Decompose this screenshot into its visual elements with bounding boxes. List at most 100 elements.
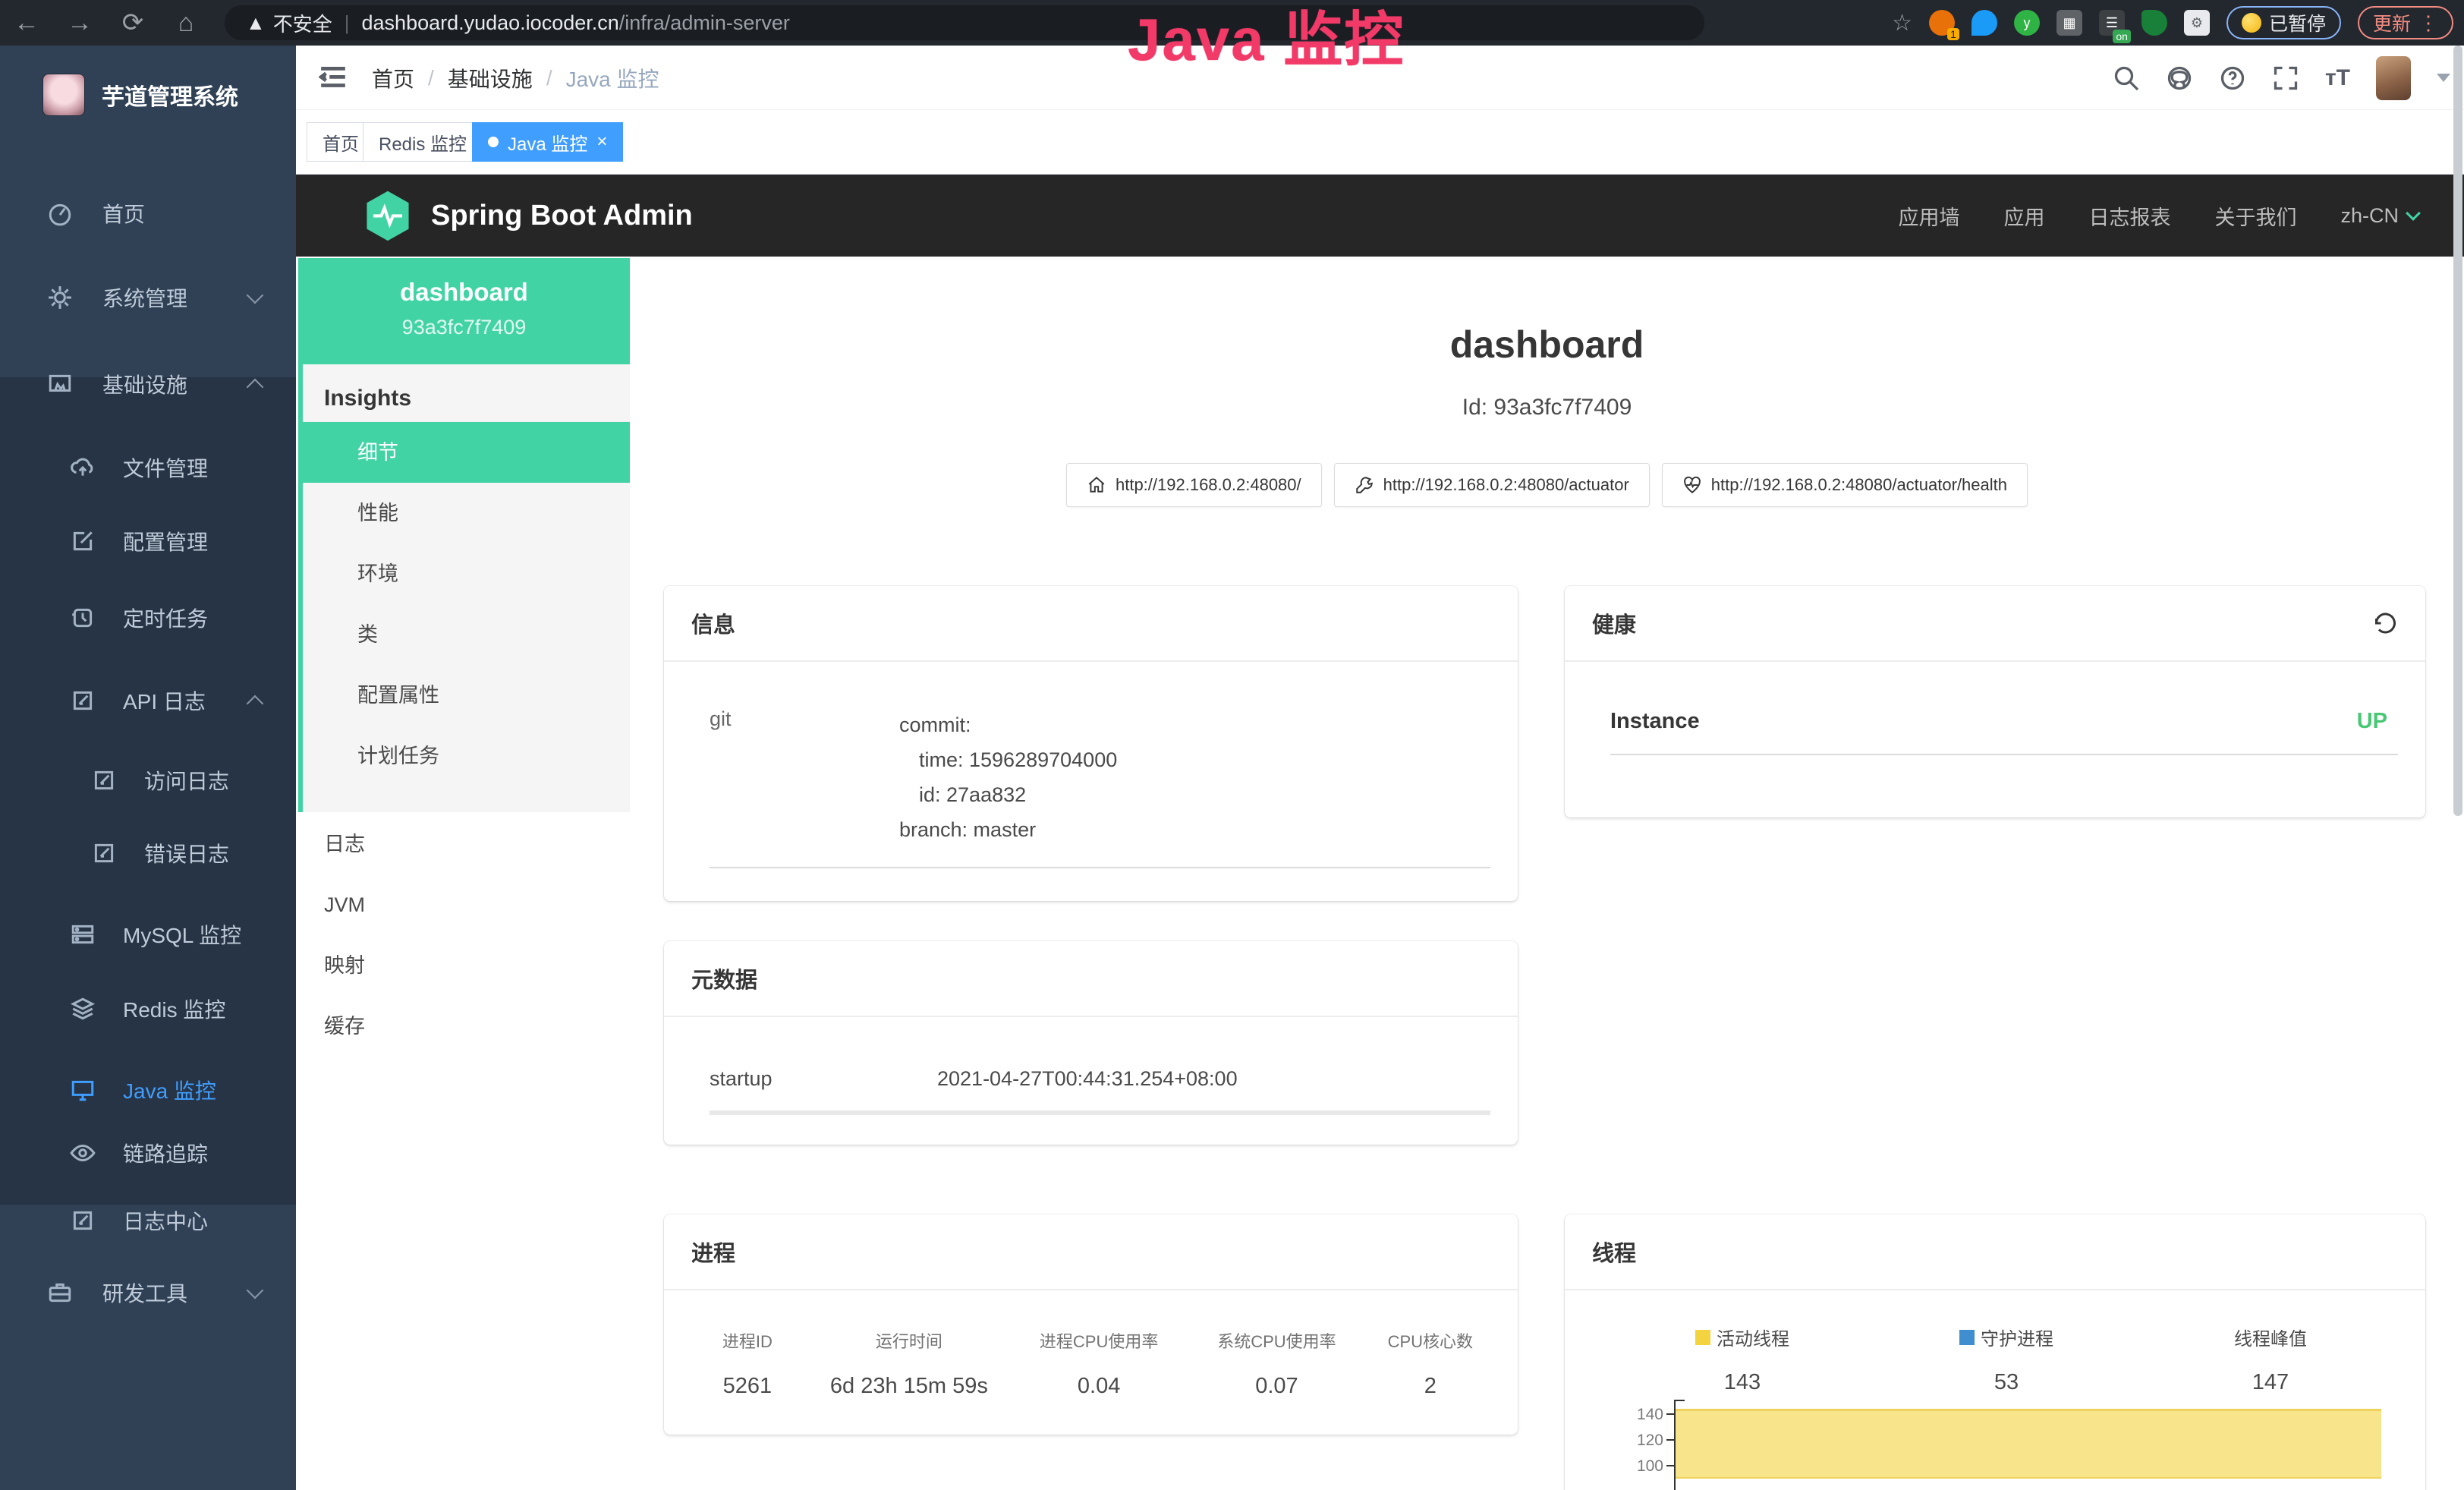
sba-menu-logs[interactable]: 日志 <box>298 814 630 874</box>
sba-menu-scheduled-tasks[interactable]: 计划任务 <box>303 726 630 786</box>
sidebar-item-trace[interactable]: 链路追踪 <box>0 1118 296 1188</box>
app-sidebar: 芋道管理系统 首页 系统管理 基础设施 文件管理 配置管理 定时任务 <box>0 46 296 1490</box>
process-cpu: 0.04 <box>1010 1353 1188 1399</box>
sba-nav-journal[interactable]: 日志报表 <box>2088 201 2170 231</box>
ytick-140: 140 <box>1618 1406 1663 1424</box>
search-icon[interactable] <box>2113 65 2140 92</box>
close-icon[interactable]: × <box>596 131 607 153</box>
sba-menu-config-props[interactable]: 配置属性 <box>303 665 630 726</box>
app-logo-image <box>42 74 85 116</box>
help-icon[interactable] <box>2219 65 2246 92</box>
sba-nav-about[interactable]: 关于我们 <box>2214 201 2296 231</box>
threads-legend: 活动线程 守护进程 线程峰值 143 53 147 <box>1565 1290 2425 1395</box>
sidebar-item-error-log[interactable]: 错误日志 <box>0 818 296 888</box>
chevron-up-icon <box>247 379 264 396</box>
sidebar-item-log-center[interactable]: 日志中心 <box>0 1186 296 1255</box>
sidebar-item-scheduled-task[interactable]: 定时任务 <box>0 583 296 653</box>
history-icon[interactable] <box>2371 610 2398 637</box>
sidebar-item-dev-tools[interactable]: 研发工具 <box>0 1258 296 1328</box>
security-label[interactable]: 不安全 <box>273 9 332 37</box>
health-url-button[interactable]: http://192.168.0.2:48080/actuator/health <box>1662 463 2028 507</box>
threads-card: 线程 活动线程 守护进程 线程峰值 143 53 147 140 120 100 <box>1565 1214 2425 1490</box>
sba-nav-wallboard[interactable]: 应用墙 <box>1898 201 1959 231</box>
sba-menu-metrics[interactable]: 性能 <box>303 483 630 543</box>
sidebar-item-java-monitor[interactable]: Java 监控 <box>0 1055 296 1125</box>
chrome-update-button[interactable]: 更新 ⋮ <box>2358 6 2453 39</box>
extension-icon-grid[interactable]: ▦ <box>2056 10 2082 36</box>
breadcrumb-infrastructure[interactable]: 基础设施 <box>448 63 533 93</box>
page-scrollbar[interactable] <box>2453 46 2462 816</box>
user-menu-caret-icon[interactable] <box>2437 74 2450 82</box>
browser-menu-icon[interactable]: ⋮ <box>2418 11 2438 35</box>
live-threads-value: 143 <box>1610 1350 1874 1395</box>
profile-paused-badge[interactable]: 已暂停 <box>2226 6 2341 39</box>
address-separator: | <box>345 11 350 35</box>
metadata-startup-row: startup 2021-04-27T00:44:31.254+08:00 <box>664 1017 1518 1091</box>
process-card: 进程 进程ID 运行时间 进程CPU使用率 系统CPU使用率 CPU核心数 52… <box>664 1214 1518 1435</box>
actuator-url-button[interactable]: http://192.168.0.2:48080/actuator <box>1334 463 1650 507</box>
font-size-icon[interactable]: тT <box>2325 65 2350 91</box>
peak-threads-value: 147 <box>2138 1350 2403 1395</box>
extension-icon-orange[interactable]: 1 <box>1929 10 1955 36</box>
sba-header: Spring Boot Admin 应用墙 应用 日志报表 关于我们 zh-CN <box>296 175 2464 257</box>
active-dot <box>488 137 499 147</box>
gear-icon <box>47 285 73 310</box>
address-bar[interactable]: ▲ 不安全 | dashboard.yudao.iocoder.cn /infr… <box>225 5 1704 40</box>
url-path: /infra/admin-server <box>619 11 790 35</box>
user-avatar[interactable] <box>2376 56 2411 100</box>
sba-menu-jvm[interactable]: JVM <box>298 874 630 935</box>
extension-icon-leaf[interactable] <box>2141 10 2167 36</box>
sidebar-collapse-icon[interactable] <box>319 64 348 91</box>
breadcrumb: 首页 / 基础设施 / Java 监控 <box>372 46 659 110</box>
paused-label: 已暂停 <box>2269 9 2326 36</box>
info-key: git <box>710 707 899 847</box>
sba-menu-details[interactable]: 细节 <box>303 422 630 483</box>
bookmark-star-icon[interactable]: ☆ <box>1892 10 1912 36</box>
extension-icon-green-y[interactable]: y <box>2014 10 2040 36</box>
tab-java-monitor[interactable]: Java 监控 × <box>472 122 623 162</box>
sba-menu-mappings[interactable]: 映射 <box>298 935 630 996</box>
sba-instance-header[interactable]: dashboard 93a3fc7f7409 <box>298 258 630 364</box>
page: ← → ⟳ ⌂ ▲ 不安全 | dashboard.yudao.iocoder.… <box>0 0 2464 1490</box>
github-icon[interactable] <box>2166 65 2193 92</box>
java-monitor-icon <box>70 1077 96 1103</box>
sidebar-item-config-manage[interactable]: 配置管理 <box>0 506 296 576</box>
sidebar-item-home[interactable]: 首页 <box>0 178 296 248</box>
breadcrumb-home[interactable]: 首页 <box>372 63 414 93</box>
sidebar-item-access-log[interactable]: 访问日志 <box>0 745 296 815</box>
sidebar-item-redis-monitor[interactable]: Redis 监控 <box>0 974 296 1044</box>
sba-nav-applications[interactable]: 应用 <box>2003 201 2044 231</box>
health-instance-row: Instance UP <box>1565 662 2425 734</box>
sba-menu-environment[interactable]: 环境 <box>303 543 630 604</box>
home-icon[interactable]: ⌂ <box>159 8 212 38</box>
sba-menu-caches[interactable]: 缓存 <box>298 996 630 1057</box>
forward-icon[interactable]: → <box>53 8 106 38</box>
fullscreen-icon[interactable] <box>2272 65 2299 92</box>
chevron-down-icon <box>247 287 264 304</box>
daemon-threads-value: 53 <box>1874 1350 2138 1395</box>
metadata-card: 元数据 startup 2021-04-27T00:44:31.254+08:0… <box>664 941 1518 1145</box>
breadcrumb-current: Java 监控 <box>566 63 659 93</box>
log-edit-icon <box>91 840 117 866</box>
sba-section-title: Insights <box>303 364 630 422</box>
back-icon[interactable]: ← <box>0 8 53 38</box>
layers-icon <box>70 996 96 1022</box>
sidebar-item-infrastructure[interactable]: 基础设施 <box>0 349 296 419</box>
health-card: 健康 Instance UP <box>1565 586 2425 817</box>
sidebar-item-file-manage[interactable]: 文件管理 <box>0 433 296 502</box>
sidebar-item-api-log[interactable]: API 日志 <box>0 666 296 736</box>
extension-icon-pin[interactable] <box>1972 10 1997 36</box>
sidebar-item-mysql-monitor[interactable]: MySQL 监控 <box>0 899 296 969</box>
reload-icon[interactable]: ⟳ <box>106 8 159 38</box>
service-url-button[interactable]: http://192.168.0.2:48080/ <box>1066 463 1322 507</box>
extension-icon-onetab[interactable]: ☰ on <box>2099 10 2125 36</box>
extension-on-badge: on <box>2113 30 2131 43</box>
extensions-puzzle-icon[interactable]: ⚙ <box>2184 10 2210 36</box>
log-edit-icon <box>70 1208 96 1233</box>
app-brand[interactable]: 芋道管理系统 <box>0 57 296 133</box>
live-threads-area <box>1676 1409 2381 1479</box>
sba-menu-classes[interactable]: 类 <box>303 604 630 665</box>
eye-icon <box>70 1140 96 1166</box>
sidebar-item-system[interactable]: 系统管理 <box>0 263 296 332</box>
sba-locale-select[interactable]: zh-CN <box>2340 204 2418 228</box>
